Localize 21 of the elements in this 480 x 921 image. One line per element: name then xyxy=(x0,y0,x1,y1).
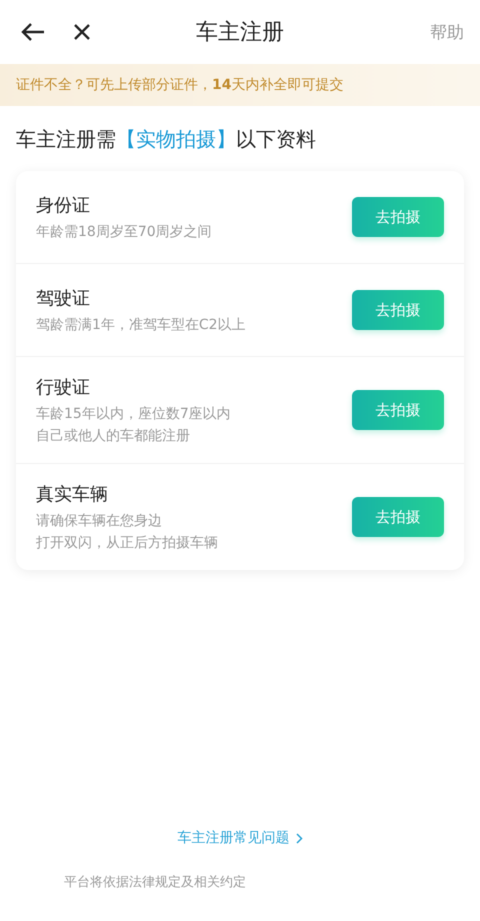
requirement-text: 车龄15年以内，座位数7座以内 xyxy=(36,405,232,423)
chevron-icon xyxy=(296,832,302,844)
take-photo-button[interactable]: 去拍摄 xyxy=(352,497,444,537)
requirement-text: 请确保车辆在您身边 xyxy=(36,512,163,530)
page-title: 车主注册 xyxy=(196,20,284,45)
notice-text: 证件不全？可先上传部分证件，14天内补全即可提交 xyxy=(16,76,344,94)
privacy-text: 平台将依据法律规定及相关约定 xyxy=(64,874,246,891)
take-photo-button[interactable]: 去拍摄 xyxy=(352,197,444,237)
faq-link[interactable]: 车主注册常见问题 xyxy=(178,829,302,847)
section-heading: 车主注册需【实物拍摄】以下资料 xyxy=(15,126,317,153)
document-title: 身份证 xyxy=(36,194,91,217)
take-photo-button[interactable]: 去拍摄 xyxy=(352,390,444,430)
help-button[interactable]: 帮助 xyxy=(430,20,464,44)
requirement-text: 打开双闪，从正后方拍摄车辆 xyxy=(36,534,219,552)
document-title: 行驶证 xyxy=(36,376,91,399)
document-title: 驾驶证 xyxy=(36,287,91,310)
document-title: 真实车辆 xyxy=(36,483,109,506)
requirement-text: 驾龄需满1年，准驾车型在C2以上 xyxy=(36,316,247,334)
take-photo-button[interactable]: 去拍摄 xyxy=(352,290,444,330)
requirement-text: 自己或他人的车都能注册 xyxy=(36,427,191,445)
requirement-text: 年龄需18周岁至70周岁之间 xyxy=(36,223,213,241)
